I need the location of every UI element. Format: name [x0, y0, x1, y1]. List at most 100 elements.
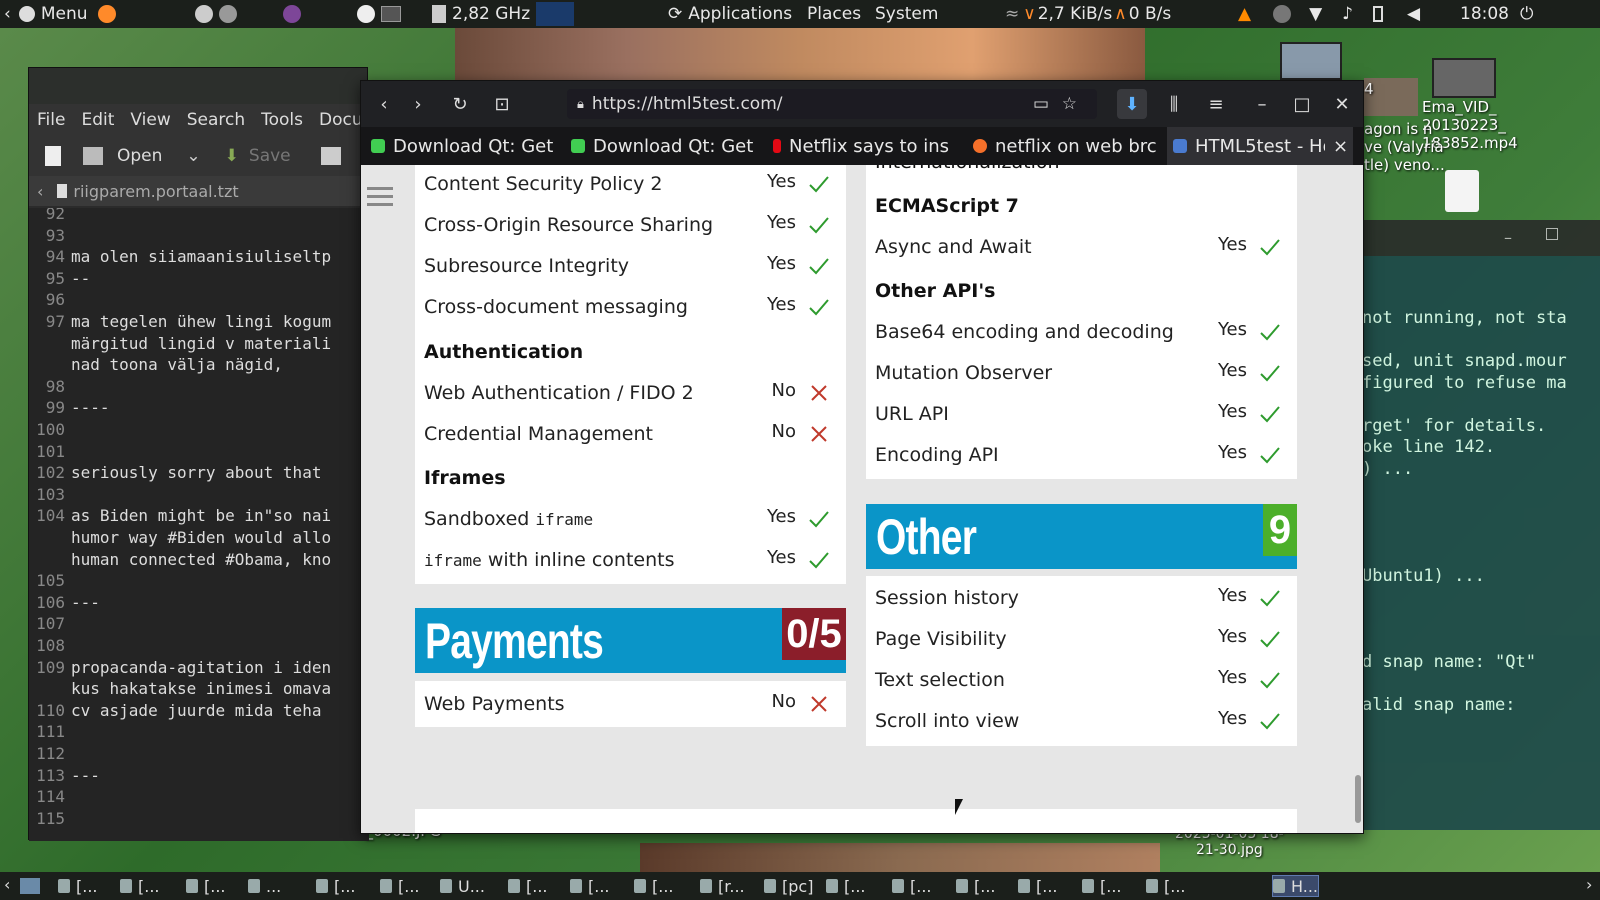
taskbar-item[interactable]: [...: [634, 875, 674, 897]
terminal-window[interactable]: – not running, not sta sed, unit snapd.mo…: [1360, 220, 1600, 830]
bell-icon[interactable]: ♪: [1342, 4, 1353, 24]
minimize-icon[interactable]: –: [1504, 228, 1512, 247]
tab-html5test[interactable]: HTML5test - Ho ×: [1167, 127, 1353, 165]
menu-file[interactable]: File: [37, 110, 65, 130]
menu-documents[interactable]: Docu: [319, 110, 363, 130]
tab-qt-1[interactable]: Download Qt: Get: [371, 127, 561, 165]
test-row[interactable]: Base64 encoding and decoding Yes: [875, 313, 1287, 353]
open-dropdown-icon[interactable]: ⌄: [186, 146, 200, 166]
test-row[interactable]: iframe with inline contents Yes: [424, 541, 836, 581]
taskbar-item[interactable]: [...: [892, 875, 932, 897]
menu-view[interactable]: View: [130, 110, 170, 130]
taskbar-item[interactable]: H...: [1272, 875, 1320, 897]
taskbar-item[interactable]: [...: [316, 875, 356, 897]
taskbar-item[interactable]: [...: [380, 875, 420, 897]
save-button[interactable]: Save: [249, 146, 291, 166]
vlc-icon[interactable]: ▲: [1238, 4, 1251, 24]
taskbar-item[interactable]: [...: [58, 875, 98, 897]
close-tab-icon[interactable]: ×: [1333, 136, 1348, 157]
library-button[interactable]: ⫼: [1159, 89, 1189, 119]
system-menu[interactable]: System: [875, 0, 938, 28]
test-row[interactable]: Session history Yes: [875, 579, 1287, 619]
test-row[interactable]: Web Authentication / FIDO 2 No: [424, 374, 836, 414]
maximize-button[interactable]: □: [1287, 89, 1317, 119]
taskbar-item[interactable]: [...: [956, 875, 996, 897]
test-row[interactable]: Page Visibility Yes: [875, 620, 1287, 660]
test-row[interactable]: Async and Await Yes: [875, 228, 1287, 268]
test-row[interactable]: URL API Yes: [875, 395, 1287, 435]
taskbar-item[interactable]: [...: [826, 875, 866, 897]
desktop-file-icon[interactable]: [1445, 170, 1479, 212]
save-icon[interactable]: ⬇: [225, 146, 239, 166]
volume-icon[interactable]: ◀: [1407, 4, 1420, 24]
test-row[interactable]: Text selection Yes: [875, 661, 1287, 701]
taskbar-item[interactable]: [...: [120, 875, 160, 897]
test-row[interactable]: Credential Management No: [424, 415, 836, 455]
taskbar-item[interactable]: [...: [508, 875, 548, 897]
tab-netflix-search[interactable]: netflix on web brc: [973, 127, 1163, 165]
app-menu-button[interactable]: ≡: [1201, 89, 1231, 119]
taskbar-item[interactable]: [r...: [700, 875, 745, 897]
show-desktop-icon[interactable]: [20, 878, 40, 894]
sidebar-menu-icon[interactable]: [367, 187, 393, 206]
taskbar-item[interactable]: [...: [1082, 875, 1122, 897]
menu-search[interactable]: Search: [187, 110, 245, 130]
editor-tab-label[interactable]: riigparem.portaal.tzt: [73, 182, 238, 201]
test-row[interactable]: Cross-document messaging Yes: [424, 288, 836, 328]
page-scrollbar[interactable]: [1355, 775, 1361, 823]
taskbar-item[interactable]: [...: [186, 875, 226, 897]
taskbar-item[interactable]: [pc]: [764, 875, 813, 897]
battery-icon[interactable]: [1373, 6, 1384, 22]
menu-edit[interactable]: Edit: [81, 110, 114, 130]
downloads-button[interactable]: ⬇: [1117, 89, 1147, 119]
power-icon[interactable]: ⏻: [1520, 0, 1533, 28]
taskbar-item[interactable]: [...: [1146, 875, 1186, 897]
open-folder-icon[interactable]: [83, 147, 103, 165]
taskbar-item[interactable]: [...: [570, 875, 610, 897]
opera-icon[interactable]: [357, 5, 375, 23]
tor-icon[interactable]: [283, 5, 301, 23]
bookmark-star-icon[interactable]: ☆: [1062, 94, 1077, 114]
url-bar[interactable]: 🔒︎ https://html5test.com/ ▭ ☆: [567, 89, 1097, 119]
test-row[interactable]: Sandboxed iframe Yes: [424, 500, 836, 540]
tab-scroll-left-icon[interactable]: ‹: [37, 182, 43, 201]
taskbar-item[interactable]: [...: [1018, 875, 1058, 897]
menu-button[interactable]: ‹ Menu: [4, 0, 122, 28]
taskbar-scroll-right-icon[interactable]: ›: [1586, 875, 1592, 894]
test-row[interactable]: Scroll into view Yes: [875, 702, 1287, 742]
taskbar-item[interactable]: U...: [440, 875, 485, 897]
settings-icon[interactable]: [219, 5, 237, 23]
open-button[interactable]: Open: [117, 146, 162, 166]
forward-button[interactable]: ›: [403, 89, 433, 119]
taskbar-scroll-left-icon[interactable]: ‹: [4, 875, 10, 894]
screenshot-button[interactable]: ⊡: [487, 89, 517, 119]
launcher-a-icon[interactable]: [195, 5, 213, 23]
desktop-icon-text-label[interactable]: agon is n ve (Valyria tle) veno...: [1364, 120, 1445, 174]
desktop-image-thumbnail[interactable]: [1280, 42, 1342, 80]
firefox-icon[interactable]: [97, 5, 116, 23]
wifi-signal-icon[interactable]: ▼: [1309, 4, 1322, 24]
print-icon[interactable]: [320, 147, 341, 165]
test-row[interactable]: Web Payments No: [424, 685, 836, 725]
menu-tools[interactable]: Tools: [261, 110, 303, 130]
test-row[interactable]: Mutation Observer Yes: [875, 354, 1287, 394]
terminal-titlebar[interactable]: –: [1360, 220, 1600, 256]
tab-netflix[interactable]: Netflix says to ins: [773, 127, 963, 165]
clock[interactable]: 18:08: [1460, 0, 1509, 28]
close-button[interactable]: ✕: [1327, 89, 1357, 119]
applications-menu[interactable]: ⟳ Applications: [668, 0, 792, 28]
terminal-icon[interactable]: [381, 6, 401, 22]
desktop-video-thumbnail[interactable]: [1432, 58, 1496, 98]
tray-app-icon[interactable]: [1273, 5, 1292, 23]
test-row[interactable]: Subresource Integrity Yes: [424, 247, 836, 287]
back-button[interactable]: ‹: [369, 89, 399, 119]
minimize-button[interactable]: –: [1247, 89, 1277, 119]
test-row[interactable]: Encoding API Yes: [875, 436, 1287, 476]
reader-mode-icon[interactable]: ▭: [1033, 94, 1049, 114]
test-row[interactable]: Content Security Policy 2 Yes: [424, 165, 836, 205]
taskbar-item[interactable]: ...: [248, 875, 281, 897]
places-menu[interactable]: Places: [807, 0, 861, 28]
editor-titlebar[interactable]: [29, 68, 367, 104]
tab-qt-2[interactable]: Download Qt: Get: [571, 127, 761, 165]
editor-text-area[interactable]: 92 93 94 ma olen siiamaanisiuliseltp 95 -- 96 9…: [29, 208, 369, 841]
